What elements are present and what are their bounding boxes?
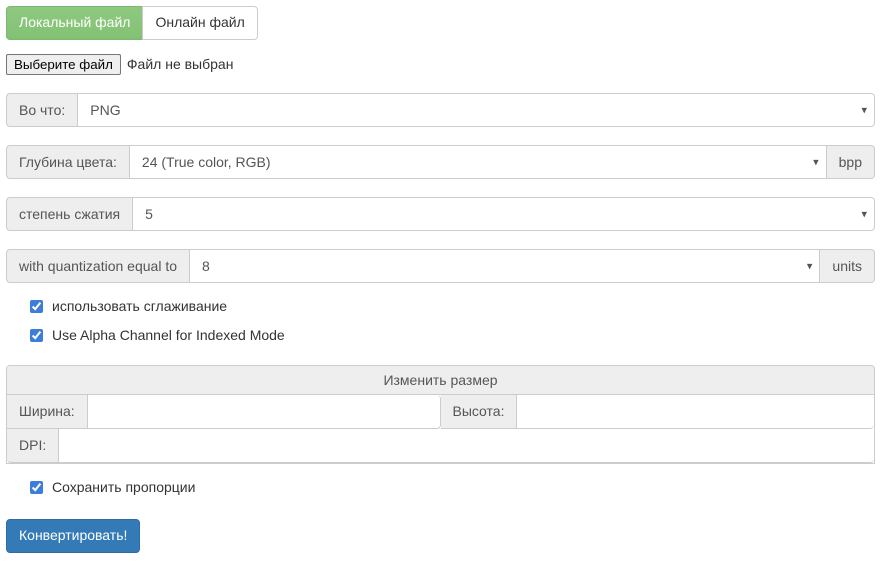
file-status-text: Файл не выбран: [127, 56, 234, 72]
height-group: Высота:: [441, 395, 875, 429]
alpha-label[interactable]: Use Alpha Channel for Indexed Mode: [52, 327, 285, 343]
color-depth-unit: bpp: [827, 145, 875, 179]
tab-local-file[interactable]: Локальный файл: [6, 6, 143, 40]
alpha-checkbox-row: Use Alpha Channel for Indexed Mode: [26, 326, 875, 345]
color-depth-select[interactable]: 24 (True color, RGB): [129, 145, 827, 179]
resize-panel: Изменить размер Ширина: Высота: DPI:: [6, 365, 875, 464]
color-depth-group: Глубина цвета: 24 (True color, RGB) bpp: [6, 145, 875, 179]
width-input[interactable]: [87, 395, 441, 429]
antialias-label[interactable]: использовать сглаживание: [52, 298, 227, 314]
quantization-group: with quantization equal to 8 units: [6, 249, 875, 283]
target-format-select[interactable]: PNG: [77, 93, 875, 127]
antialias-checkbox[interactable]: [30, 300, 43, 313]
quantization-unit: units: [820, 249, 875, 283]
aspect-checkbox[interactable]: [30, 481, 43, 494]
dpi-label: DPI:: [7, 429, 58, 463]
source-tabs: Локальный файл Онлайн файл: [6, 6, 258, 40]
target-format-label: Во что:: [6, 93, 77, 127]
antialias-checkbox-row: использовать сглаживание: [26, 297, 875, 316]
compression-label: степень сжатия: [6, 197, 132, 231]
compression-select[interactable]: 5: [132, 197, 875, 231]
aspect-label[interactable]: Сохранить пропорции: [52, 479, 195, 495]
tab-online-file[interactable]: Онлайн файл: [142, 6, 257, 40]
aspect-checkbox-row: Сохранить пропорции: [26, 478, 875, 497]
width-group: Ширина:: [7, 395, 441, 429]
height-label: Высота:: [441, 395, 517, 429]
quantization-label: with quantization equal to: [6, 249, 189, 283]
alpha-checkbox[interactable]: [30, 329, 43, 342]
resize-header: Изменить размер: [7, 366, 874, 395]
quantization-select[interactable]: 8: [189, 249, 820, 283]
compression-group: степень сжатия 5: [6, 197, 875, 231]
convert-button[interactable]: Конвертировать!: [6, 519, 140, 553]
file-chooser-row: Выберите файл Файл не выбран: [6, 54, 875, 75]
target-format-group: Во что: PNG: [6, 93, 875, 127]
choose-file-button[interactable]: Выберите файл: [6, 54, 121, 75]
dpi-group: DPI:: [7, 429, 874, 463]
color-depth-label: Глубина цвета:: [6, 145, 129, 179]
height-input[interactable]: [516, 395, 874, 429]
dpi-input[interactable]: [58, 429, 874, 463]
width-label: Ширина:: [7, 395, 87, 429]
